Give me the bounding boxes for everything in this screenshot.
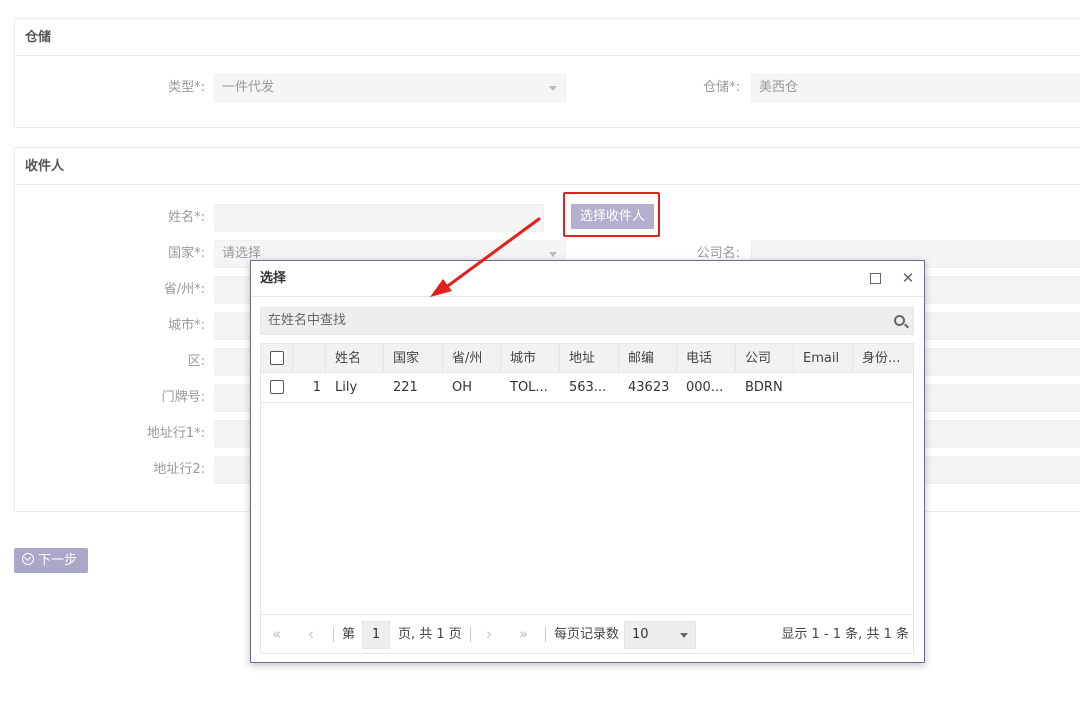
column-header[interactable]: 国家: [384, 344, 443, 372]
next-step-button[interactable]: 下一步: [14, 548, 88, 573]
warehouse-label: 仓储*:: [703, 80, 740, 95]
row-number: 1: [312, 380, 321, 395]
name-input[interactable]: [214, 204, 544, 232]
house-number-label: 门牌号:: [161, 390, 205, 405]
city-label: 城市*:: [168, 318, 205, 333]
cell-id: [853, 373, 913, 402]
table-row[interactable]: 1 Lily 221 OH TOL... 563... 43623 000...…: [261, 373, 913, 403]
select-dialog: 选择 ✕ 在姓名中查找 姓名 国家 省/州 城市 地址 邮编 电话 公司 Ema…: [250, 260, 925, 663]
next-page-icon[interactable]: ›: [486, 615, 492, 654]
row-checkbox-cell: [261, 373, 293, 402]
column-header[interactable]: 地址: [560, 344, 619, 372]
type-select-value: 一件代发: [222, 80, 275, 95]
dialog-header: 选择 ✕: [251, 261, 924, 297]
address-line1-label: 地址行1*:: [146, 426, 205, 441]
district-label: 区:: [187, 354, 205, 369]
recipient-section-title: 收件人: [15, 148, 1080, 185]
maximize-icon[interactable]: [870, 273, 881, 284]
cell-city: TOL...: [510, 380, 548, 395]
search-input[interactable]: 在姓名中查找: [260, 307, 914, 335]
column-header[interactable]: 身份...: [853, 344, 913, 372]
header-checkbox-cell: [261, 344, 293, 372]
column-header[interactable]: 邮编: [619, 344, 677, 372]
select-recipient-button[interactable]: 选择收件人: [571, 204, 654, 229]
address-line2-label: 地址行2:: [153, 462, 205, 477]
warehouse-field[interactable]: 美西仓: [751, 74, 1080, 102]
next-step-label: 下一步: [38, 553, 78, 568]
country-label: 国家*:: [168, 246, 205, 261]
column-header[interactable]: 姓名: [326, 344, 384, 372]
chevron-down-icon: [680, 633, 688, 638]
recipient-grid: 姓名 国家 省/州 城市 地址 邮编 电话 公司 Email 身份... 1 L…: [260, 343, 914, 654]
column-header[interactable]: Email: [794, 344, 853, 372]
cell-phone: 000...: [686, 380, 724, 395]
cell-email: [794, 373, 853, 402]
cell-company: BDRN: [745, 380, 783, 395]
select-recipient-highlight: 选择收件人: [563, 192, 660, 237]
page-prefix: 第: [342, 627, 356, 642]
pager-divider: [545, 627, 546, 642]
column-header[interactable]: 电话: [677, 344, 736, 372]
search-placeholder: 在姓名中查找: [268, 313, 347, 328]
cell-address: 563...: [569, 380, 607, 395]
country-select-placeholder: 请选择: [222, 246, 262, 261]
close-icon[interactable]: ✕: [901, 270, 915, 286]
name-label: 姓名*:: [168, 210, 205, 225]
chevron-down-icon: [549, 252, 557, 257]
type-select[interactable]: 一件代发: [214, 74, 566, 102]
page-size-select[interactable]: 10: [624, 621, 696, 649]
page-size-label: 每页记录数: [554, 627, 620, 642]
column-header[interactable]: 城市: [501, 344, 560, 372]
column-header[interactable]: 公司: [736, 344, 794, 372]
grid-header: 姓名 国家 省/州 城市 地址 邮编 电话 公司 Email 身份...: [261, 344, 913, 373]
type-label: 类型*:: [168, 80, 205, 95]
warehouse-section: 仓储 类型*: 一件代发 仓储*: 美西仓: [14, 18, 1080, 128]
prev-page-icon[interactable]: ‹: [308, 615, 314, 654]
column-header[interactable]: 省/州: [443, 344, 501, 372]
warehouse-section-title: 仓储: [15, 19, 1080, 56]
page-size-value: 10: [632, 627, 649, 642]
row-checkbox[interactable]: [270, 380, 284, 394]
record-summary: 显示 1 - 1 条, 共 1 条: [781, 627, 909, 642]
page-number-input[interactable]: 1: [362, 621, 390, 649]
search-icon[interactable]: [894, 315, 905, 326]
select-all-checkbox[interactable]: [270, 351, 284, 365]
cell-zip: 43623: [628, 380, 670, 395]
warehouse-field-value: 美西仓: [759, 80, 799, 95]
pager-divider: [470, 627, 471, 642]
cell-name: Lily: [335, 380, 358, 395]
chevron-down-icon: [549, 86, 557, 91]
pager-divider: [333, 627, 334, 642]
last-page-icon[interactable]: »: [519, 615, 528, 654]
arrow-down-circle-icon: [22, 553, 34, 565]
first-page-icon[interactable]: «: [272, 615, 281, 654]
header-rownum-cell: [293, 344, 326, 372]
province-label: 省/州*:: [163, 282, 205, 297]
dialog-title: 选择: [260, 271, 287, 286]
page-total: 页, 共 1 页: [398, 627, 462, 642]
cell-province: OH: [452, 380, 473, 395]
pagination-bar: « ‹ 第 1 页, 共 1 页 › » 每页记录数 10 显示 1 - 1 条…: [261, 614, 913, 653]
cell-country: 221: [393, 380, 418, 395]
